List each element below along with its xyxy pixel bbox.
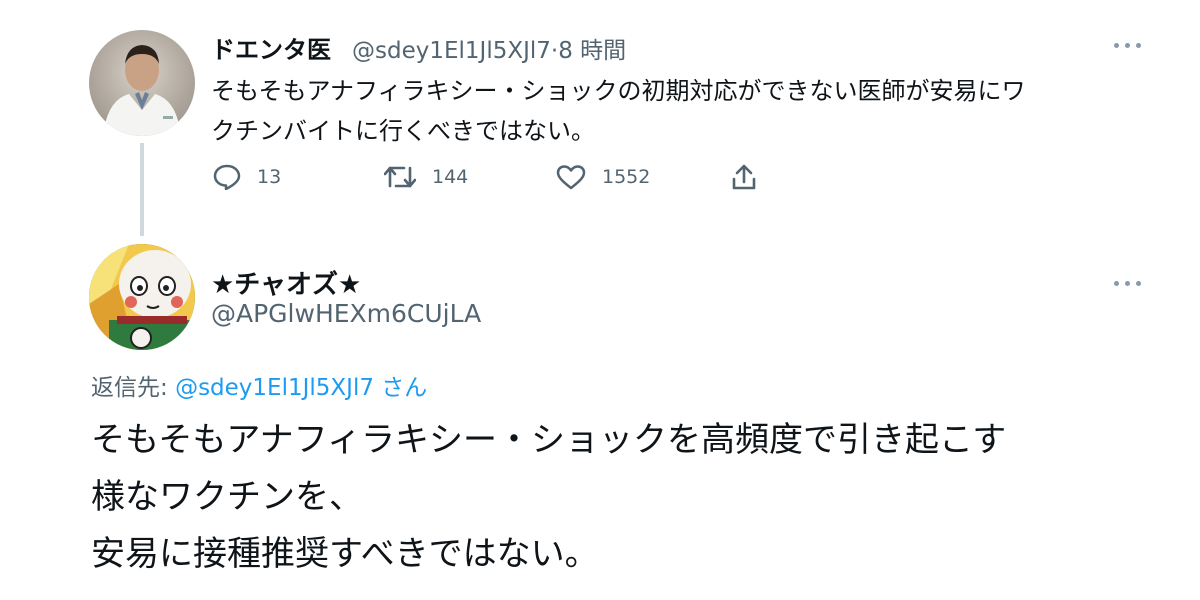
reply-to-handle: @sdey1El1Jl5XJl7 <box>175 375 374 401</box>
reply-button[interactable]: 13 <box>213 164 281 190</box>
tweet2-author-handle[interactable]: @APGlwHEXm6CUjLA <box>211 299 481 328</box>
tweet1-text: そもそもアナフィラキシー・ショックの初期対応ができない医師が安易にワ クチンバイ… <box>211 71 1026 151</box>
share-icon <box>732 164 756 190</box>
reply-to-label: 返信先: <box>91 375 176 401</box>
retweet-button[interactable]: 144 <box>384 165 468 189</box>
tweet2-text-line: 様なワクチンを、 <box>91 477 363 517</box>
avatar-chaozu[interactable] <box>89 244 195 350</box>
avatar-portrait-image <box>103 45 181 136</box>
tweet1-text-line: クチンバイトに行くべきではない。 <box>211 117 595 145</box>
reply-count: 13 <box>257 166 282 188</box>
reply-to-context: 返信先: @sdey1El1Jl5XJl7 さん <box>91 368 427 402</box>
retweet-count: 144 <box>432 166 469 188</box>
like-count: 1552 <box>602 166 651 188</box>
reply-icon <box>213 164 241 190</box>
thread-connector-line <box>140 143 144 236</box>
tweet2-more-icon[interactable] <box>1114 278 1144 288</box>
tweet2-text: そもそもアナフィラキシー・ショックを高頻度で引き起こす 様なワクチンを、 安易に… <box>91 412 1006 583</box>
tweet2-text-line: 安易に接種推奨すべきではない。 <box>91 534 599 574</box>
tweet1-author-handle[interactable]: @sdey1El1Jl5XJl7 <box>352 38 551 64</box>
tweet1-text-line: そもそもアナフィラキシー・ショックの初期対応ができない医師が安易にワ <box>211 77 1026 105</box>
avatar-character-image <box>89 244 195 350</box>
tweet2-author-name[interactable]: ★チャオズ★ <box>211 264 361 301</box>
like-icon <box>556 165 586 190</box>
like-button[interactable]: 1552 <box>556 164 650 190</box>
tweet1-timestamp[interactable]: ·8 時間 <box>551 38 626 64</box>
avatar-doentai[interactable] <box>89 30 195 136</box>
reply-to-handle-link[interactable]: @sdey1El1Jl5XJl7 さん <box>175 375 427 401</box>
retweet-icon <box>384 166 416 188</box>
tweet1-author-name[interactable]: ドエンタ医 <box>211 30 331 65</box>
tweet2-text-line: そもそもアナフィラキシー・ショックを高頻度で引き起こす <box>91 420 1007 460</box>
reply-to-suffix: さん <box>373 375 428 401</box>
share-button[interactable] <box>731 163 757 191</box>
tweet1-meta: @sdey1El1Jl5XJl7·8 時間 <box>352 31 626 65</box>
tweet1-more-icon[interactable] <box>1114 40 1144 50</box>
